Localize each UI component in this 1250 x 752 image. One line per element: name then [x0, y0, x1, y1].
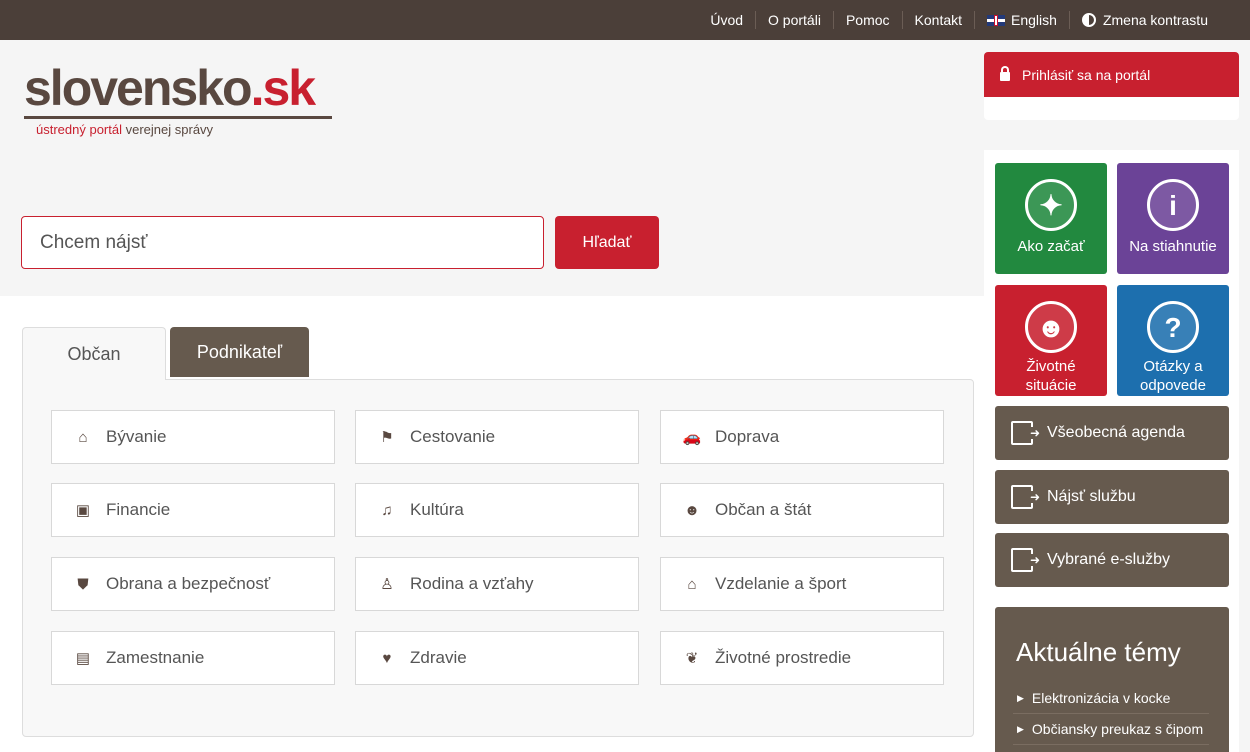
- site-logo[interactable]: slovensko.sk ústredný portál verejnej sp…: [24, 62, 334, 142]
- side-button-label: Nájsť službu: [1047, 488, 1136, 505]
- document-arrow-icon: [1011, 548, 1040, 572]
- uk-flag-icon: [987, 14, 1006, 26]
- nav-pomoc[interactable]: Pomoc: [832, 11, 902, 29]
- category-label: Financie: [106, 500, 171, 519]
- category-financie[interactable]: ▣ Financie: [51, 483, 335, 537]
- category-label: Doprava: [715, 427, 780, 446]
- music-icon: ♫: [381, 501, 393, 519]
- category-label: Zdravie: [410, 648, 467, 667]
- category-zamestnanie[interactable]: ▤ Zamestnanie: [51, 631, 335, 685]
- money-icon: ▣: [75, 502, 91, 519]
- search-input[interactable]: [21, 216, 544, 269]
- top-bar: Úvod O portáli Pomoc Kontakt English Zme…: [0, 0, 1250, 40]
- najst-sluzbu-button[interactable]: Nájsť službu: [995, 470, 1229, 524]
- caret-right-icon: ▶: [1017, 692, 1024, 703]
- category-label: Občan a štát: [715, 500, 812, 519]
- category-label: Kultúra: [410, 500, 464, 519]
- category-label: Bývanie: [106, 427, 167, 446]
- tile-label-line1: Otázky a: [1143, 358, 1203, 375]
- topic-divider: [1013, 744, 1209, 745]
- vseobecna-agenda-button[interactable]: Všeobecná agenda: [995, 406, 1229, 460]
- category-obrana[interactable]: ⛊ Obrana a bezpečnosť: [51, 557, 335, 611]
- logo-tagline: ústredný portál verejnej správy: [36, 122, 213, 137]
- contrast-icon: [1081, 13, 1096, 27]
- tile-na-stiahnutie[interactable]: i Na stiahnutie: [1117, 163, 1229, 274]
- leaf-icon: ❦: [685, 650, 699, 667]
- nav-contrast-label: Zmena kontrastu: [1102, 12, 1208, 28]
- vybrane-e-sluzby-button[interactable]: Vybrané e-služby: [995, 533, 1229, 587]
- caret-right-icon: ▶: [1017, 723, 1024, 734]
- shield-icon: ⛊: [77, 575, 89, 593]
- home-icon: ⌂: [78, 428, 88, 446]
- topic-label: Občiansky preukaz s čipom: [1031, 721, 1204, 737]
- graduation-cap-icon: ⌂: [687, 575, 697, 593]
- car-icon: 🚗: [682, 429, 702, 446]
- category-label: Cestovanie: [410, 427, 496, 446]
- logo-wordmark: slovensko.sk: [24, 62, 334, 114]
- logo-main-text: slovensko: [24, 60, 253, 116]
- nav-contrast[interactable]: Zmena kontrastu: [1068, 11, 1220, 29]
- side-button-label: Vybrané e-služby: [1047, 551, 1171, 568]
- category-doprava[interactable]: 🚗 Doprava: [660, 410, 944, 464]
- briefcase-icon: ▤: [75, 650, 91, 667]
- group-icon: ☻: [684, 501, 700, 519]
- topic-label: Elektronizácia v kocke: [1031, 690, 1171, 706]
- category-kultura[interactable]: ♫ Kultúra: [355, 483, 639, 537]
- category-byvanie[interactable]: ⌂ Bývanie: [51, 410, 335, 464]
- login-button[interactable]: Prihlásiť sa na portál: [984, 52, 1239, 97]
- document-arrow-icon: [1011, 485, 1040, 509]
- tile-otazky-odpovede[interactable]: ? Otázky a odpovede: [1117, 285, 1229, 396]
- person-icon: ♙: [380, 576, 394, 593]
- signpost-icon: ⚑: [380, 429, 394, 446]
- nav-english[interactable]: English: [974, 11, 1069, 29]
- lightbulb-icon: ✦: [1025, 179, 1077, 231]
- category-label: Zamestnanie: [106, 648, 205, 667]
- category-label: Obrana a bezpečnosť: [106, 574, 271, 593]
- topics-title: Aktuálne témy: [1016, 637, 1181, 667]
- tile-label-line2: situácie: [1025, 377, 1077, 394]
- question-icon: ?: [1147, 301, 1199, 353]
- topic-link[interactable]: ▶ Občiansky preukaz s čipom: [1017, 721, 1203, 737]
- logo-underline: [24, 116, 332, 119]
- logo-tagline-red: ústredný portál: [36, 122, 122, 137]
- document-arrow-icon: [1011, 421, 1040, 445]
- tab-podnikatel[interactable]: Podnikateľ: [170, 327, 309, 377]
- side-button-label: Všeobecná agenda: [1047, 424, 1185, 441]
- tile-label: Na stiahnutie: [1129, 238, 1217, 255]
- lock-icon: [1000, 66, 1010, 81]
- current-topics-box: Aktuálne témy ▶ Elektronizácia v kocke ▶…: [995, 607, 1229, 752]
- heartbeat-icon: ♥: [382, 649, 392, 667]
- logo-tagline-rest: verejnej správy: [125, 122, 214, 137]
- category-vzdelanie[interactable]: ⌂ Vzdelanie a šport: [660, 557, 944, 611]
- tile-ako-zacat[interactable]: ✦ Ako začať: [995, 163, 1107, 274]
- search-button[interactable]: Hľadať: [555, 216, 659, 269]
- nav-kontakt[interactable]: Kontakt: [901, 11, 974, 29]
- nav-uvod[interactable]: Úvod: [698, 11, 755, 29]
- login-label: Prihlásiť sa na portál: [1022, 66, 1151, 83]
- tile-label: Ako začať: [1017, 238, 1085, 255]
- category-label: Vzdelanie a šport: [715, 574, 847, 593]
- info-house-icon: i: [1147, 179, 1199, 231]
- category-zivotne-prostredie[interactable]: ❦ Životné prostredie: [660, 631, 944, 685]
- nav-english-label: English: [1011, 12, 1057, 28]
- life-situations-icon: ☻: [1025, 301, 1077, 353]
- tile-zivotne-situacie[interactable]: ☻ Životné situácie: [995, 285, 1107, 396]
- tile-label-line2: odpovede: [1140, 377, 1206, 394]
- topic-divider: [1013, 713, 1209, 714]
- tile-label-line1: Životné: [1026, 358, 1076, 375]
- category-label: Rodina a vzťahy: [410, 574, 534, 593]
- nav-o-portali[interactable]: O portáli: [755, 11, 833, 29]
- topic-link[interactable]: ▶ Elektronizácia v kocke: [1017, 690, 1170, 706]
- category-zdravie[interactable]: ♥ Zdravie: [355, 631, 639, 685]
- category-cestovanie[interactable]: ⚑ Cestovanie: [355, 410, 639, 464]
- category-obcan-a-stat[interactable]: ☻ Občan a štát: [660, 483, 944, 537]
- tab-obcan[interactable]: Občan: [22, 327, 166, 380]
- logo-domain-text: .sk: [250, 60, 317, 116]
- category-label: Životné prostredie: [715, 648, 852, 667]
- category-rodina[interactable]: ♙ Rodina a vzťahy: [355, 557, 639, 611]
- top-navigation: Úvod O portáli Pomoc Kontakt English Zme…: [698, 0, 1220, 40]
